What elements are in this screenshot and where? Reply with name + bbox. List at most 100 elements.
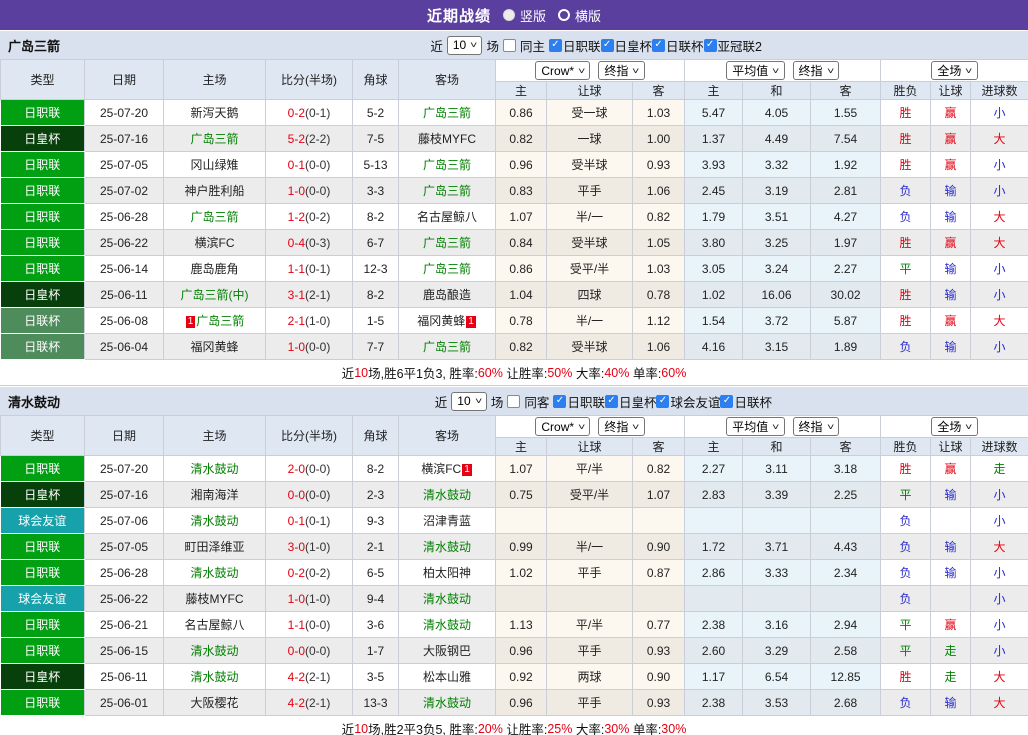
handicap-result: 走 (930, 637, 972, 664)
scope-dropdown: 全场 ˅ (880, 415, 1028, 438)
odds-home: 0.86 (495, 99, 547, 126)
avg-home: 3.80 (684, 229, 744, 256)
match-type-text: 日联杯 (24, 314, 61, 328)
league-filter-1[interactable]: ✓ 日皇杯 (604, 392, 656, 411)
radio-vertical-layout[interactable]: 竖版 (502, 6, 546, 25)
league-checkbox[interactable]: ✓ (549, 38, 562, 52)
handicap-result: 输 (930, 559, 972, 586)
col-odds-handicap: 让球 (546, 437, 633, 456)
half-score: (0-0) (305, 617, 331, 632)
games-unit-label: 场 (486, 39, 499, 54)
league-filter-1[interactable]: ✓ 日皇杯 (600, 36, 653, 55)
league-filter-3[interactable]: ✓ 亚冠联2 (703, 36, 762, 55)
half-score: (0-2) (305, 565, 331, 580)
score: 0-1(0-0) (265, 151, 353, 178)
radio-icon[interactable] (502, 9, 515, 21)
home-team: 清水鼓动 (163, 507, 266, 534)
odds-away: 1.06 (631, 333, 686, 360)
league-checkbox[interactable]: ✓ (553, 394, 567, 408)
score: 2-1(1-0) (265, 307, 353, 334)
filter-bar: 近 10 ˅ 场 同主 ✓ 日职联 ✓ 日皇杯 ✓ 日联杯 ✓ 亚冠联2 (430, 35, 762, 55)
league-filter-2[interactable]: ✓ 日联杯 (652, 36, 704, 55)
half-score: (0-3) (305, 235, 331, 250)
avg-select[interactable]: 平均值 ˅ (726, 417, 785, 436)
games-count-select[interactable]: 10 ˅ (451, 391, 487, 411)
team-name-text: 广岛三箭 (422, 184, 471, 198)
team-name-text: 鹿岛酿造 (422, 288, 471, 302)
corner-count: 9-3 (352, 507, 399, 534)
league-label: 日皇杯 (614, 39, 653, 54)
handicap-result: 赢 (930, 99, 972, 126)
avg-home (684, 507, 744, 534)
match-row: 日皇杯 25-06-11 广岛三箭(中) 3-1(2-1) 8-2 鹿岛酿造 1.04 四球 0… (0, 281, 1028, 308)
league-checkbox[interactable]: ✓ (656, 394, 670, 408)
same-venue-checkbox[interactable] (502, 38, 516, 52)
odds-handicap: 半/一 (546, 533, 633, 560)
team-name-text: 广岛三箭 (422, 340, 471, 354)
odds-final-select[interactable]: 终指 ˅ (598, 61, 645, 80)
avg-home: 1.17 (684, 663, 744, 690)
league-checkbox[interactable]: ✓ (720, 394, 734, 408)
match-date: 25-06-15 (84, 637, 164, 664)
avg-home: 1.37 (684, 125, 744, 152)
summary-text: 单率: (629, 723, 662, 735)
radio-icon[interactable] (558, 9, 570, 21)
avg-select[interactable]: 平均值 ˅ (726, 61, 785, 80)
league-filter-2[interactable]: ✓ 球会友谊 (656, 392, 720, 411)
avg-home: 3.05 (684, 255, 744, 282)
league-filter-0[interactable]: ✓ 日职联 (549, 36, 601, 55)
result: 平 (880, 481, 932, 508)
score: 0-0(0-0) (265, 481, 353, 508)
summary-text: 大率: (572, 723, 605, 735)
match-row: 日职联 25-07-05 町田泽维亚 3-0(1-0) 2-1 清水鼓动 0.99 半/一 0.… (0, 533, 1028, 560)
score: 4-2(2-1) (265, 663, 353, 690)
avg-draw: 3.33 (742, 559, 812, 586)
avg-final-select[interactable]: 终指 ˅ (792, 61, 839, 80)
scope-select[interactable]: 全场 ˅ (931, 61, 978, 80)
league-checkbox[interactable]: ✓ (604, 394, 618, 408)
away-team: 广岛三箭 (398, 151, 496, 178)
corner-count: 13-3 (352, 689, 399, 716)
goals-result: 大 (970, 307, 1028, 334)
same-venue-checkbox[interactable] (507, 394, 521, 408)
summary-value: 60% (661, 365, 687, 380)
odds-away: 1.07 (631, 481, 686, 508)
match-type-text: 日职联 (24, 462, 61, 476)
match-type-text: 球会友谊 (18, 514, 67, 528)
odds-home (495, 507, 547, 534)
odds-company-select[interactable]: Crow* ˅ (535, 61, 591, 80)
radio-horizontal-layout[interactable]: 横版 (558, 6, 601, 25)
score: 3-1(2-1) (265, 281, 353, 308)
match-date: 25-06-11 (84, 663, 164, 690)
odds-final-select[interactable]: 终指 ˅ (598, 417, 645, 436)
avg-home: 2.60 (684, 637, 744, 664)
odds-away: 0.90 (631, 663, 686, 690)
result: 平 (880, 611, 932, 638)
scope-select[interactable]: 全场 ˅ (931, 417, 978, 436)
avg-home: 5.47 (684, 99, 744, 126)
league-checkbox[interactable]: ✓ (652, 38, 666, 52)
result: 胜 (880, 663, 932, 690)
avg-final-value: 终指 (798, 64, 823, 78)
team-name-text: 清水鼓动 (190, 644, 239, 658)
odds-company-value: Crow* (541, 419, 575, 434)
league-filter-0[interactable]: ✓ 日职联 (553, 392, 605, 411)
avg-draw: 6.54 (742, 663, 812, 690)
odds-company-select[interactable]: Crow* ˅ (535, 417, 591, 436)
league-checkbox[interactable]: ✓ (600, 38, 614, 52)
odds-handicap: 半/一 (546, 203, 633, 230)
games-count-select[interactable]: 10 ˅ (446, 35, 483, 55)
avg-final-select[interactable]: 终指 ˅ (792, 417, 839, 436)
odds-home: 1.13 (495, 611, 547, 638)
handicap-result: 走 (930, 663, 972, 690)
league-filter-3[interactable]: ✓ 日联杯 (720, 392, 772, 411)
away-team: 广岛三箭 (398, 99, 496, 126)
goals-result: 小 (970, 255, 1028, 282)
away-team: 清水鼓动 (398, 585, 496, 612)
corner-count: 8-2 (352, 455, 399, 482)
league-filter-group: ✓ 日职联 ✓ 日皇杯 ✓ 球会友谊 ✓ 日联杯 (553, 392, 772, 411)
home-team: 清水鼓动 (163, 663, 266, 690)
league-checkbox[interactable]: ✓ (703, 38, 717, 52)
avg-away: 1.92 (810, 151, 882, 178)
avg-draw: 3.19 (742, 177, 812, 204)
